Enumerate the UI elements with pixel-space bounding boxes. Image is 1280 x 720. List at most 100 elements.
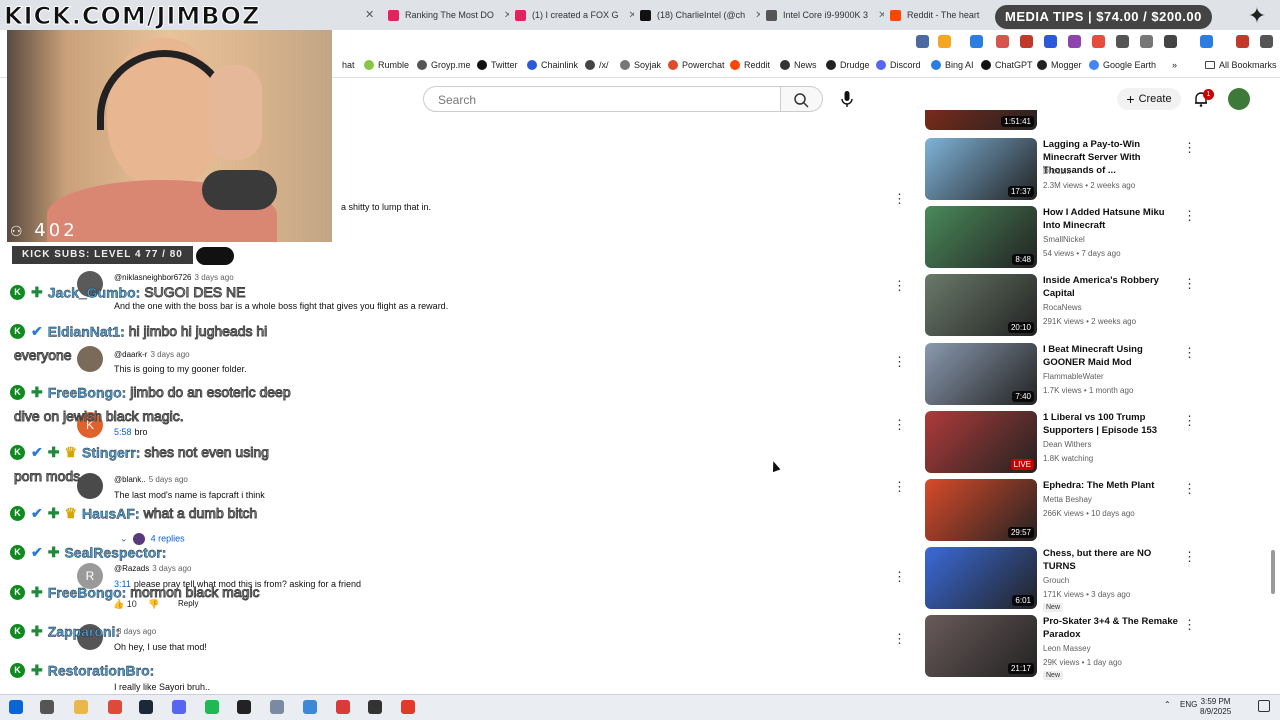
bookmark-googleearth[interactable]: Google Earth <box>1089 60 1156 70</box>
discord-icon[interactable] <box>172 700 186 714</box>
extension-icon[interactable] <box>916 35 929 48</box>
comment-menu-icon[interactable]: ⋮ <box>893 192 906 206</box>
comment-timestamp[interactable]: 3 days ago <box>117 627 156 636</box>
more-bookmarks-icon[interactable]: » <box>1172 60 1177 70</box>
channel-name[interactable]: Leon Massey <box>1043 644 1091 653</box>
spotify-icon[interactable] <box>205 700 219 714</box>
channel-name[interactable]: Droobix <box>1043 167 1071 176</box>
bookmark-chainlink[interactable]: Chainlink <box>527 60 578 70</box>
video-menu-icon[interactable]: ⋮ <box>1183 549 1196 565</box>
recommended-video[interactable]: 20:10 Inside America's Robbery Capital Roc… <box>925 274 1196 336</box>
scrollbar-thumb[interactable] <box>1271 550 1275 594</box>
app-11-icon[interactable] <box>368 700 382 714</box>
bookmark-discord[interactable]: Discord <box>876 60 921 70</box>
extension-icon[interactable] <box>1236 35 1249 48</box>
close-tab-icon[interactable]: ✕ <box>629 10 634 21</box>
voice-search-button[interactable] <box>836 88 858 110</box>
recommended-video[interactable]: 17:37 Lagging a Pay-to-Win Minecraft Serv… <box>925 138 1196 200</box>
comment-author[interactable]: @blank.. 5 days ago <box>114 475 188 484</box>
bookmark-bingai[interactable]: Bing AI <box>931 60 974 70</box>
comment-timestamp-link[interactable]: 5:58 <box>114 427 132 437</box>
comment-author[interactable]: @Razads 3 days ago <box>114 564 191 573</box>
comment-timestamp[interactable]: 5 days ago <box>149 475 188 484</box>
page-scrollbar[interactable] <box>1270 88 1276 694</box>
comment-menu-icon[interactable]: ⋮ <box>893 570 906 584</box>
close-tab-icon[interactable]: ✕ <box>504 10 509 21</box>
comment-timestamp[interactable]: 3 days ago <box>195 273 234 282</box>
extension-icon[interactable] <box>996 35 1009 48</box>
comment-avatar[interactable] <box>77 346 103 372</box>
video-thumbnail[interactable]: 6:01 <box>925 547 1037 609</box>
comment-author-name[interactable]: @daark-r <box>114 350 147 359</box>
recommended-video[interactable]: LIVE 1 Liberal vs 100 Trump Supporters | … <box>925 411 1196 473</box>
comment-author-name[interactable]: @Razads <box>114 564 149 573</box>
account-avatar[interactable] <box>1228 88 1250 110</box>
comment-timestamp[interactable]: 3 days ago <box>150 350 189 359</box>
channel-name[interactable]: RocaNews <box>1043 303 1082 312</box>
search-input[interactable]: Search <box>423 86 781 112</box>
video-title[interactable]: 1 Liberal vs 100 Trump Supporters | Epis… <box>1043 411 1183 437</box>
taskbar-clock[interactable]: 3:59 PM 8/9/2025 <box>1200 697 1231 717</box>
comment-menu-icon[interactable]: ⋮ <box>893 279 906 293</box>
extension-icon[interactable] <box>1140 35 1153 48</box>
comment-author-name[interactable]: @niklasneighbor6726 <box>114 273 192 282</box>
tray-chevron-icon[interactable]: ⌃ <box>1164 700 1171 709</box>
bookmark-twitter[interactable]: Twitter <box>477 60 518 70</box>
comment-menu-icon[interactable]: ⋮ <box>893 355 906 369</box>
video-menu-icon[interactable]: ⋮ <box>1183 481 1196 497</box>
extension-icon[interactable] <box>938 35 951 48</box>
video-menu-icon[interactable]: ⋮ <box>1183 345 1196 361</box>
video-thumbnail[interactable]: 20:10 <box>925 274 1037 336</box>
channel-name[interactable]: SmallNickel <box>1043 235 1085 244</box>
recommended-video[interactable]: 29:57 Ephedra: The Meth Plant Metta Beshay… <box>925 479 1196 541</box>
extension-icon[interactable] <box>1044 35 1057 48</box>
browser-tab[interactable]: Reddit - The heart✕ <box>890 4 984 26</box>
bookmark-powerchat[interactable]: Powerchat <box>668 60 725 70</box>
comment-author[interactable]: @daark-r 3 days ago <box>114 350 190 359</box>
extension-icon[interactable] <box>1260 35 1273 48</box>
video-thumbnail[interactable]: 21:17 <box>925 615 1037 677</box>
video-menu-icon[interactable]: ⋮ <box>1183 617 1196 633</box>
recommended-video[interactable]: 7:40 I Beat Minecraft Using GOONER Maid M… <box>925 343 1196 405</box>
extension-icon[interactable] <box>970 35 983 48</box>
bookmark-soyjak[interactable]: Soyjak <box>620 60 661 70</box>
recommended-video[interactable]: 21:17 Pro-Skater 3+4 & The Remake Paradox… <box>925 615 1196 680</box>
video-thumbnail[interactable]: 7:40 <box>925 343 1037 405</box>
create-button[interactable]: + Create <box>1117 88 1181 110</box>
steam-icon[interactable] <box>139 700 153 714</box>
all-bookmarks[interactable]: All Bookmarks <box>1205 60 1277 70</box>
video-menu-icon[interactable]: ⋮ <box>1183 276 1196 292</box>
video-thumbnail[interactable]: 29:57 <box>925 479 1037 541</box>
channel-name[interactable]: Grouch <box>1043 576 1069 585</box>
comment-menu-icon[interactable]: ⋮ <box>893 418 906 432</box>
comment-author-name[interactable]: @blank.. <box>114 475 146 484</box>
browser-tab[interactable]: Ranking The Most DO ✕ <box>388 4 509 26</box>
bookmark-drudge[interactable]: Drudge <box>826 60 870 70</box>
video-menu-icon[interactable]: ⋮ <box>1183 140 1196 156</box>
video-thumbnail[interactable]: LIVE <box>925 411 1037 473</box>
video-title[interactable]: Inside America's Robbery Capital <box>1043 274 1183 300</box>
video-title[interactable]: Ephedra: The Meth Plant <box>1043 479 1183 492</box>
app-8-icon[interactable] <box>270 700 284 714</box>
recommended-video[interactable]: 8:48 How I Added Hatsune Miku Into Minecr… <box>925 206 1196 268</box>
close-tab-icon[interactable]: ✕ <box>878 10 884 21</box>
channel-name[interactable]: Metta Beshay <box>1043 495 1092 504</box>
video-title[interactable]: Chess, but there are NO TURNS <box>1043 547 1183 573</box>
bookmark-rumble[interactable]: Rumble <box>364 60 409 70</box>
comment-author[interactable]: 3 days ago <box>114 627 156 636</box>
start-icon[interactable] <box>9 700 23 714</box>
bookmark-mogger[interactable]: Mogger <box>1037 60 1082 70</box>
language-indicator[interactable]: ENG <box>1180 700 1197 709</box>
recommended-video[interactable]: 6:01 Chess, but there are NO TURNS Grouch 1… <box>925 547 1196 612</box>
notifications-tray-icon[interactable] <box>1258 700 1270 712</box>
channel-name[interactable]: FlammableWater <box>1043 372 1104 381</box>
file-explorer-icon[interactable] <box>74 700 88 714</box>
video-thumbnail[interactable]: 1:51:41 <box>925 110 1037 130</box>
video-thumbnail[interactable]: 17:37 <box>925 138 1037 200</box>
browser-tab[interactable]: (1) I created a FOX G ✕ <box>515 4 634 26</box>
close-tab-icon[interactable]: ✕ <box>365 8 374 21</box>
video-thumbnail[interactable]: 8:48 <box>925 206 1037 268</box>
browser-tab[interactable]: Intel Core i9-9900K 3 ✕ <box>766 4 884 26</box>
chrome-icon[interactable] <box>108 700 122 714</box>
app-12-icon[interactable] <box>401 700 415 714</box>
